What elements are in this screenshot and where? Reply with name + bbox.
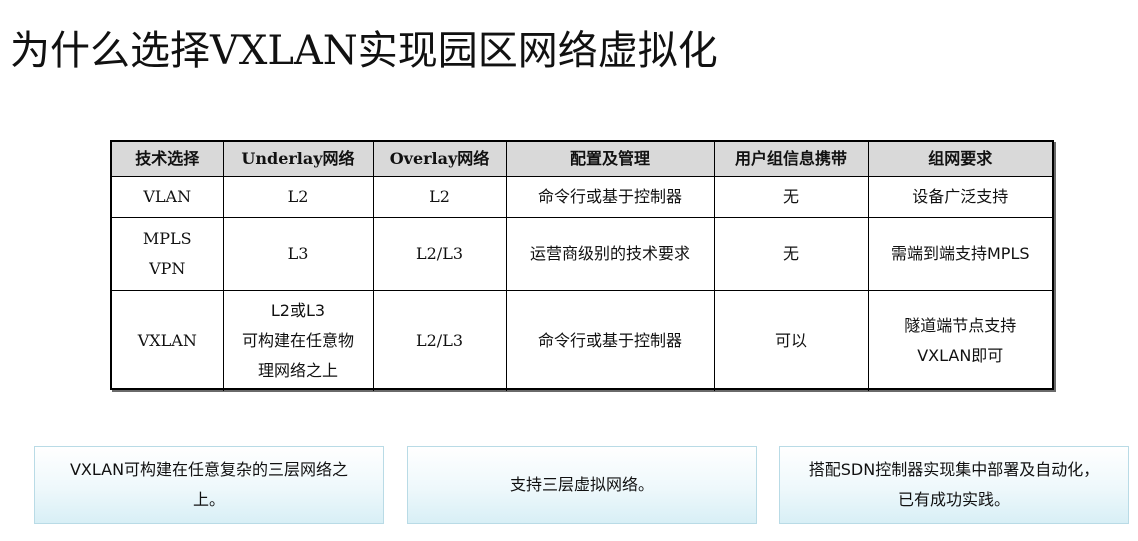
cell-requirement: 设备广泛支持 [867,176,1052,218]
header-config: 配置及管理 [505,142,715,177]
header-overlay: Overlay网络 [372,142,507,177]
cell-line: VXLAN [137,331,197,350]
benefit-line: 已有成功实践。 [897,490,1010,509]
header-underlay: Underlay网络 [222,142,374,177]
page-title: 为什么选择VXLAN实现园区网络虚拟化 [10,27,718,74]
cell-line: 隧道端节点支持 [904,316,1017,335]
cell-line: 理网络之上 [257,361,338,380]
header-tech: 技术选择 [112,142,224,177]
benefit-text: VXLAN可构建在任意复杂的三层网络之 上。 [70,455,348,515]
cell-line: L2/L3 [416,331,463,350]
cell-line: VPN [149,259,186,278]
cell-requirement: 隧道端节点支持 VXLAN即可 [867,290,1052,391]
cell-requirement: 需端到端支持MPLS [867,217,1052,291]
comparison-table: 技术选择 Underlay网络 Overlay网络 配置及管理 用户组信息携带 … [110,140,1054,391]
benefit-box-l3-virtual: 支持三层虚拟网络。 [407,446,757,524]
benefit-box-any-network: VXLAN可构建在任意复杂的三层网络之 上。 [34,446,384,524]
cell-line: 可构建在任意物 [241,331,354,350]
table-row: VXLAN L2或L3 可构建在任意物 理网络之上 L2/L3 命令行或基于控制… [112,290,1052,391]
cell-overlay: L2/L3 [372,290,507,391]
cell-overlay: L2/L3 [372,217,507,291]
table-row: MPLS VPN L3 L2/L3 运营商级别的技术要求 无 需端到端支持MPL… [112,217,1052,291]
cell-line: 无 [782,187,799,206]
cell-line: 命令行或基于控制器 [537,187,682,206]
cell-line: L2或L3 [270,301,326,320]
cell-config: 命令行或基于控制器 [505,176,715,218]
cell-underlay: L2或L3 可构建在任意物 理网络之上 [222,290,374,391]
cell-tech: VXLAN [112,290,224,391]
benefit-text: 支持三层虚拟网络。 [510,470,654,500]
benefit-line: VXLAN可构建在任意复杂的三层网络之 [69,460,349,479]
cell-usergroup: 可以 [713,290,869,391]
cell-underlay: L3 [222,217,374,291]
header-requirement: 组网要求 [867,142,1052,177]
cell-line: 需端到端支持MPLS [890,244,1030,263]
cell-tech: VLAN [112,176,224,218]
table-header-row: 技术选择 Underlay网络 Overlay网络 配置及管理 用户组信息携带 … [112,142,1052,177]
cell-line: L2 [429,187,450,206]
cell-line: L3 [287,244,309,263]
cell-config: 运营商级别的技术要求 [505,217,715,291]
cell-line: L2/L3 [416,244,463,263]
cell-line: L2 [287,187,309,206]
cell-line: 命令行或基于控制器 [537,331,682,350]
cell-line: 运营商级别的技术要求 [529,244,690,263]
cell-underlay: L2 [222,176,374,218]
cell-line: 可以 [774,331,807,350]
header-usergroup: 用户组信息携带 [713,142,869,177]
cell-line: VXLAN即可 [917,346,1004,365]
table-row: VLAN L2 L2 命令行或基于控制器 无 设备广泛支持 [112,176,1052,218]
benefit-line: 搭配SDN控制器实现集中部署及自动化， [808,460,1100,479]
cell-usergroup: 无 [713,217,869,291]
benefit-line: 支持三层虚拟网络。 [509,475,654,494]
cell-tech: MPLS VPN [112,217,224,291]
cell-config: 命令行或基于控制器 [505,290,715,391]
cell-usergroup: 无 [713,176,869,218]
benefit-box-sdn: 搭配SDN控制器实现集中部署及自动化， 已有成功实践。 [779,446,1129,524]
cell-line: MPLS [142,229,192,248]
benefit-line: 上。 [192,490,225,509]
cell-line: 无 [782,244,799,263]
cell-line: 设备广泛支持 [912,187,1009,206]
cell-line: VLAN [143,187,192,206]
cell-overlay: L2 [372,176,507,218]
benefit-text: 搭配SDN控制器实现集中部署及自动化， 已有成功实践。 [809,455,1099,515]
